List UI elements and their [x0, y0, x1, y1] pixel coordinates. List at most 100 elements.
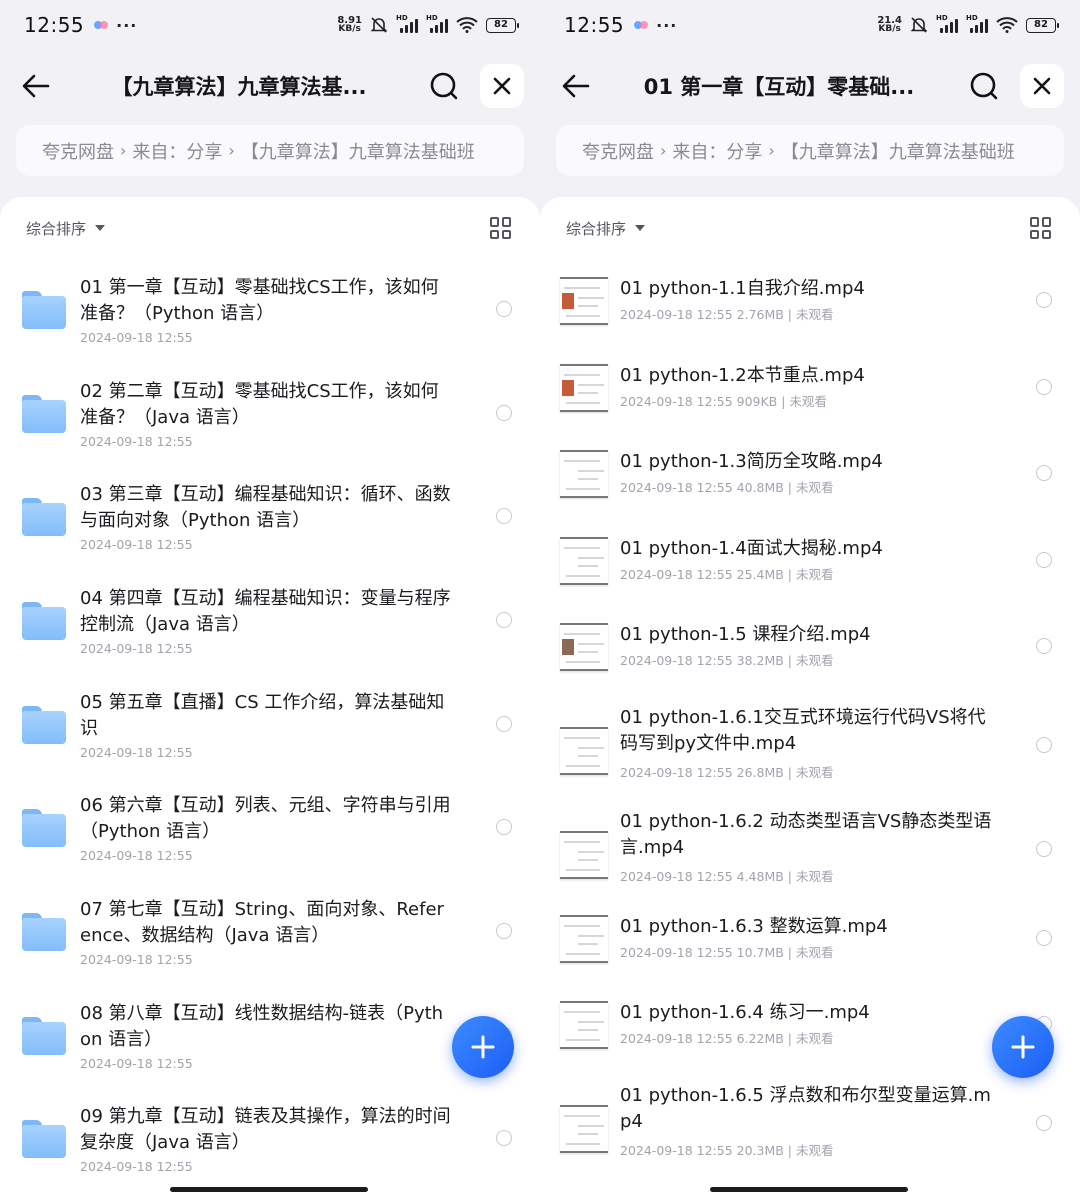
- breadcrumb-item-root[interactable]: 夸克网盘: [582, 138, 654, 164]
- folder-icon: [22, 809, 66, 847]
- chevron-right-icon: ›: [768, 141, 775, 160]
- caret-down-icon: [635, 225, 646, 231]
- video-row[interactable]: 01 python-1.3简历全攻略.mp4 2024-09-18 12:55 4…: [540, 450, 1080, 530]
- status-time: 12:55: [24, 13, 85, 37]
- folder-row[interactable]: 02 第二章【互动】零基础找CS工作，该如何准备？（Java 语言） 2024-0…: [0, 381, 540, 481]
- select-radio[interactable]: [496, 301, 512, 317]
- video-meta: 2024-09-18 12:55 26.8MB | 未观看: [620, 765, 834, 780]
- breadcrumb-item-folder[interactable]: 【九章算法】九章算法基础班: [781, 138, 1015, 164]
- plus-icon: [471, 1035, 495, 1059]
- back-button[interactable]: [556, 66, 596, 106]
- home-indicator[interactable]: [170, 1187, 368, 1192]
- video-name: 01 python-1.1自我介绍.mp4: [620, 278, 865, 299]
- video-row[interactable]: 01 python-1.1自我介绍.mp4 2024-09-18 12:55 2.…: [540, 277, 1080, 357]
- select-radio[interactable]: [496, 405, 512, 421]
- network-speed: 21.4 KB/s: [877, 15, 902, 34]
- select-radio[interactable]: [496, 1130, 512, 1146]
- select-radio[interactable]: [496, 716, 512, 732]
- left-screen: 12:55 ··· 8.91 KB/s HD HD 82 【九章算法】九章算法基…: [0, 0, 540, 1200]
- video-meta: 2024-09-18 12:55 40.8MB | 未观看: [620, 480, 834, 495]
- folder-date: 2024-09-18 12:55: [80, 848, 193, 863]
- breadcrumb-item-folder[interactable]: 【九章算法】九章算法基础班: [241, 138, 475, 164]
- select-radio[interactable]: [1036, 841, 1052, 857]
- folder-name: 02 第二章【互动】零基础找CS工作，该如何准备？（Java 语言）: [80, 381, 439, 428]
- video-row[interactable]: 01 python-1.6.1交互式环境运行代码VS将代码写到py文件中.mp4…: [540, 707, 1080, 803]
- folder-row[interactable]: 09 第九章【互动】链表及其操作，算法的时间复杂度（Java 语言） 2024-0…: [0, 1106, 540, 1200]
- add-button[interactable]: [992, 1016, 1054, 1078]
- video-name: 01 python-1.2本节重点.mp4: [620, 365, 865, 386]
- video-name: 01 python-1.4面试大揭秘.mp4: [620, 538, 883, 559]
- sort-bar: 综合排序: [26, 213, 512, 243]
- close-button[interactable]: [480, 64, 524, 108]
- folder-name: 07 第七章【互动】String、面向对象、Reference、数据结构（Jav…: [80, 899, 444, 946]
- folder-row[interactable]: 01 第一章【互动】零基础找CS工作，该如何准备？（Python 语言） 2024…: [0, 277, 540, 377]
- folder-icon: [22, 913, 66, 951]
- folder-icon: [22, 602, 66, 640]
- folder-row[interactable]: 04 第四章【互动】编程基础知识：变量与程序控制流（Java 语言） 2024-0…: [0, 588, 540, 688]
- video-name: 01 python-1.6.1交互式环境运行代码VS将代码写到py文件中.mp4: [620, 707, 986, 754]
- folder-name: 09 第九章【互动】链表及其操作，算法的时间复杂度（Java 语言）: [80, 1106, 451, 1153]
- breadcrumb-item-source[interactable]: 来自：分享: [132, 138, 222, 164]
- signal-1-icon: HD: [936, 14, 958, 33]
- file-list: 综合排序 01 python-1.1自我介绍.mp4 2024-09-18 12:…: [540, 197, 1080, 1200]
- folder-name: 04 第四章【互动】编程基础知识：变量与程序控制流（Java 语言）: [80, 588, 451, 635]
- home-indicator[interactable]: [710, 1187, 908, 1192]
- add-button[interactable]: [452, 1016, 514, 1078]
- select-radio[interactable]: [1036, 638, 1052, 654]
- sort-dropdown[interactable]: 综合排序: [566, 218, 626, 239]
- chevron-right-icon: ›: [660, 141, 667, 160]
- select-radio[interactable]: [496, 508, 512, 524]
- video-row[interactable]: 01 python-1.6.2 动态类型语言VS静态类型语言.mp4 2024-0…: [540, 811, 1080, 907]
- search-icon: [970, 72, 998, 100]
- caret-down-icon: [95, 225, 106, 231]
- sort-dropdown[interactable]: 综合排序: [26, 218, 86, 239]
- video-meta: 2024-09-18 12:55 38.2MB | 未观看: [620, 653, 834, 668]
- select-radio[interactable]: [1036, 552, 1052, 568]
- arrow-left-icon: [22, 74, 50, 98]
- more-notifications-icon: ···: [656, 15, 678, 35]
- select-radio[interactable]: [1036, 379, 1052, 395]
- video-row[interactable]: 01 python-1.2本节重点.mp4 2024-09-18 12:55 90…: [540, 364, 1080, 444]
- folder-row[interactable]: 05 第五章【直播】CS 工作介绍，算法基础知识 2024-09-18 12:55: [0, 692, 540, 792]
- breadcrumb-item-root[interactable]: 夸克网盘: [42, 138, 114, 164]
- video-row[interactable]: 01 python-1.6.5 浮点数和布尔型变量运算.mp4 2024-09-1…: [540, 1085, 1080, 1181]
- close-button[interactable]: [1020, 64, 1064, 108]
- grid-view-icon[interactable]: [490, 217, 512, 239]
- video-thumbnail: [560, 1001, 608, 1049]
- network-speed: 8.91 KB/s: [337, 15, 362, 34]
- select-radio[interactable]: [496, 923, 512, 939]
- folder-date: 2024-09-18 12:55: [80, 1159, 193, 1174]
- folder-date: 2024-09-18 12:55: [80, 537, 193, 552]
- folder-row[interactable]: 03 第三章【互动】编程基础知识：循环、函数与面向对象（Python 语言） 20…: [0, 484, 540, 584]
- breadcrumb-item-source[interactable]: 来自：分享: [672, 138, 762, 164]
- chevron-right-icon: ›: [120, 141, 127, 160]
- folder-icon: [22, 498, 66, 536]
- plus-icon: [1011, 1035, 1035, 1059]
- folder-row[interactable]: 06 第六章【互动】列表、元组、字符串与引用（Python 语言） 2024-09…: [0, 795, 540, 895]
- select-radio[interactable]: [1036, 737, 1052, 753]
- folder-icon: [22, 706, 66, 744]
- select-radio[interactable]: [1036, 292, 1052, 308]
- select-radio[interactable]: [496, 612, 512, 628]
- video-row[interactable]: 01 python-1.5 课程介绍.mp4 2024-09-18 12:55 3…: [540, 623, 1080, 703]
- folder-name: 05 第五章【直播】CS 工作介绍，算法基础知识: [80, 692, 445, 739]
- select-radio[interactable]: [496, 819, 512, 835]
- video-thumbnail: [560, 623, 608, 671]
- video-row[interactable]: 01 python-1.4面试大揭秘.mp4 2024-09-18 12:55 2…: [540, 537, 1080, 617]
- folder-row[interactable]: 07 第七章【互动】String、面向对象、Reference、数据结构（Jav…: [0, 899, 540, 999]
- select-radio[interactable]: [1036, 465, 1052, 481]
- app-notification-icon: [634, 18, 649, 32]
- breadcrumb: 夸克网盘 › 来自：分享 › 【九章算法】九章算法基础班: [16, 125, 524, 176]
- search-button[interactable]: [422, 64, 466, 108]
- select-radio[interactable]: [1036, 1115, 1052, 1131]
- page-title: 【九章算法】九章算法基...: [111, 75, 367, 99]
- grid-view-icon[interactable]: [1030, 217, 1052, 239]
- search-button[interactable]: [962, 64, 1006, 108]
- app-notification-icon: [94, 18, 109, 32]
- close-icon: [493, 77, 511, 95]
- status-time: 12:55: [564, 13, 625, 37]
- select-radio[interactable]: [1036, 930, 1052, 946]
- video-name: 01 python-1.6.4 练习一.mp4: [620, 1002, 870, 1023]
- back-button[interactable]: [16, 66, 56, 106]
- video-row[interactable]: 01 python-1.6.3 整数运算.mp4 2024-09-18 12:55…: [540, 915, 1080, 995]
